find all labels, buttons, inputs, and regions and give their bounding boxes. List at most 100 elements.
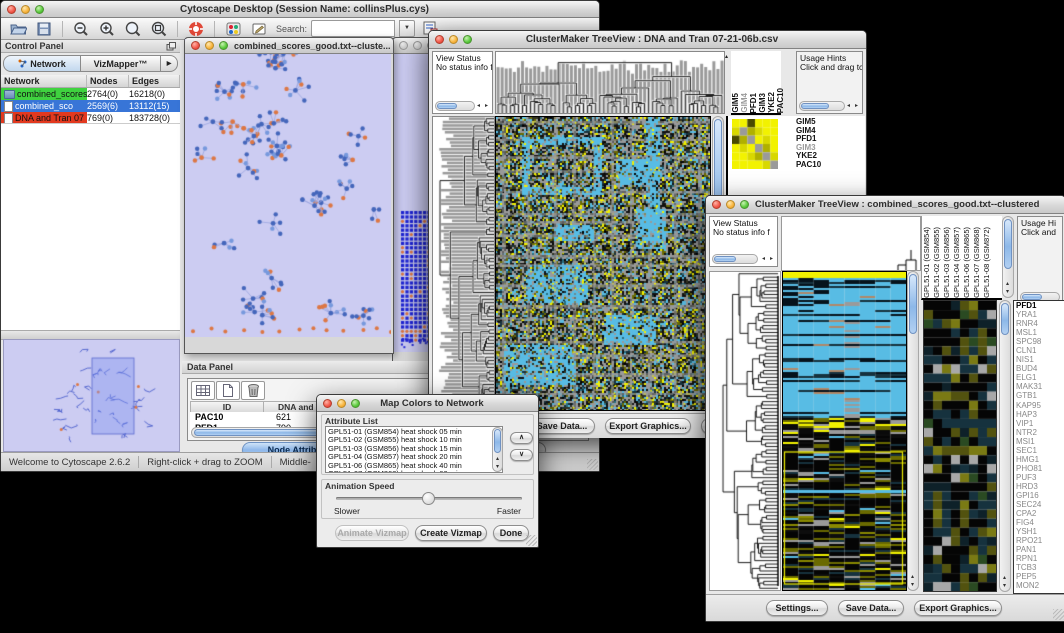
tv2-zoom-panel-canvas[interactable] [923, 300, 997, 592]
close-icon[interactable] [7, 5, 16, 14]
close-icon[interactable] [191, 41, 200, 50]
gene-label[interactable]: CLN1 [1016, 346, 1064, 355]
gene-label[interactable]: GPI16 [1016, 491, 1064, 500]
network-view-1-canvas[interactable] [185, 39, 391, 337]
help-icon[interactable] [185, 20, 207, 38]
tv2-row-dendrogram-canvas[interactable] [709, 271, 781, 591]
tv2-export-graphics-button[interactable]: Export Graphics... [914, 600, 1002, 616]
scroll-right-icon[interactable]: ▸ [852, 102, 861, 110]
gene-label[interactable]: SPC98 [1016, 337, 1064, 346]
scroll-down-icon[interactable]: ▾ [1003, 288, 1012, 296]
zoom-window-icon[interactable] [463, 35, 472, 44]
scroll-right-icon[interactable]: ▸ [482, 102, 491, 110]
array-column-label[interactable]: PFD1 [749, 93, 758, 113]
scrollbar-thumb[interactable] [801, 103, 829, 109]
scrollbar-thumb[interactable] [1004, 219, 1012, 269]
gene-label[interactable]: BUD4 [1016, 364, 1064, 373]
col-network[interactable]: Network [1, 75, 87, 87]
tv2-collabel-vscrollbar[interactable]: ▴ ▾ [1002, 216, 1014, 298]
scroll-up-icon[interactable]: ▴ [493, 455, 502, 463]
speed-slider-thumb[interactable] [422, 492, 435, 505]
gene-label[interactable]: RPO21 [1016, 536, 1064, 545]
minimize-icon[interactable] [21, 5, 30, 14]
tv1-status-hscrollbar[interactable] [435, 101, 475, 111]
gene-label[interactable]: SEC1 [1016, 446, 1064, 455]
array-column-label[interactable]: GPL51-07 (GSM868) [972, 227, 982, 298]
save-session-button[interactable] [33, 20, 55, 38]
gene-label[interactable]: VIP1 [1016, 419, 1064, 428]
move-down-button[interactable]: ∨ [510, 449, 533, 461]
open-session-button[interactable] [7, 20, 29, 38]
scroll-up-icon[interactable]: ▴ [1003, 280, 1012, 288]
table-grid-icon[interactable] [191, 381, 215, 400]
close-icon[interactable] [323, 399, 332, 408]
gene-label[interactable]: MSI1 [1016, 437, 1064, 446]
tv2-save-data-button[interactable]: Save Data... [838, 600, 904, 616]
gene-label[interactable]: KAP95 [1016, 401, 1064, 410]
gene-label[interactable]: RPN1 [1016, 554, 1064, 563]
search-dropdown-icon[interactable]: ▼ [399, 20, 415, 37]
scroll-up-icon[interactable]: ▴ [908, 573, 917, 581]
zoom-window-icon[interactable] [219, 41, 228, 50]
scroll-down-icon[interactable]: ▾ [493, 463, 502, 471]
gene-label[interactable]: PFD1 [1016, 301, 1064, 310]
zoom-out-button[interactable] [70, 20, 92, 38]
gene-row-label[interactable]: PAC10 [796, 161, 821, 170]
zoom-in-button[interactable] [96, 20, 118, 38]
window-resize-grip[interactable] [587, 459, 598, 470]
network-row[interactable]: combined_sco 2569(6) 13112(15) [1, 100, 180, 112]
minimize-icon[interactable] [449, 35, 458, 44]
array-column-label[interactable]: YKE2 [767, 92, 776, 113]
scrollbar-thumb[interactable] [1001, 303, 1009, 335]
gene-label[interactable]: SEC24 [1016, 500, 1064, 509]
array-column-label[interactable]: GIM3 [758, 93, 767, 113]
gene-label[interactable]: HRD3 [1016, 482, 1064, 491]
gene-label[interactable]: NTR2 [1016, 428, 1064, 437]
attribute-list-vscrollbar[interactable]: ▴ ▾ [492, 427, 503, 472]
gene-label[interactable]: CPA2 [1016, 509, 1064, 518]
gene-label[interactable]: HAP3 [1016, 410, 1064, 419]
minimize-icon[interactable] [205, 41, 214, 50]
treeview2-titlebar[interactable]: ClusterMaker TreeView : combined_scores_… [706, 196, 1064, 214]
gene-label[interactable]: YSH1 [1016, 527, 1064, 536]
close-icon[interactable] [399, 41, 408, 50]
scroll-up-icon[interactable]: ▴ [1000, 574, 1009, 582]
delete-attribute-trash-icon[interactable] [241, 381, 265, 400]
zoom-window-icon[interactable] [740, 200, 749, 209]
network-row[interactable]: combined_scores 2764(0) 16218(0) [1, 88, 180, 100]
scrollbar-thumb[interactable] [909, 274, 917, 334]
gene-label[interactable]: MSL1 [1016, 328, 1064, 337]
animate-vizmap-button[interactable]: Animate Vizmap [335, 525, 409, 541]
array-column-label[interactable]: GPL51-06 (GSM865) [962, 227, 972, 298]
gene-label[interactable]: TCB3 [1016, 563, 1064, 572]
array-column-label[interactable]: GPL51-02 (GSM855) [932, 227, 942, 298]
treeview1-titlebar[interactable]: ClusterMaker TreeView : DNA and Tran 07-… [429, 31, 866, 49]
window-resize-grip[interactable] [1053, 609, 1064, 620]
vizmapper-nodes-button[interactable] [222, 20, 244, 38]
gene-label[interactable]: RNR4 [1016, 319, 1064, 328]
array-column-label[interactable]: GPL51-03 (GSM856) [942, 227, 952, 298]
network-window-1-titlebar[interactable]: combined_scores_good.txt--cluste... [185, 38, 393, 54]
gene-label[interactable]: GTB1 [1016, 391, 1064, 400]
zoom-selected-button[interactable] [148, 20, 170, 38]
close-icon[interactable] [435, 35, 444, 44]
gene-label[interactable]: PHO81 [1016, 464, 1064, 473]
scrollbar-thumb[interactable] [494, 429, 501, 453]
tv1-export-graphics-button[interactable]: Export Graphics... [605, 418, 691, 434]
gene-label[interactable]: ELG1 [1016, 373, 1064, 382]
tab-overflow-button[interactable]: ▶ [161, 55, 178, 72]
tv1-column-dendrogram-canvas[interactable] [495, 51, 725, 114]
scrollbar-thumb[interactable] [437, 103, 457, 109]
tv2-heatmap-vscrollbar[interactable]: ▴ ▾ [907, 271, 919, 591]
done-button[interactable]: Done [493, 525, 529, 541]
tv2-settings-button[interactable]: Settings... [766, 600, 828, 616]
attribute-list-item[interactable]: GPL51-07 (GSM868) heat shock 60 min [328, 470, 502, 473]
gene-label[interactable]: FIG4 [1016, 518, 1064, 527]
array-column-label[interactable]: GPL51-01 (GSM854) [922, 227, 932, 298]
gene-label[interactable]: PEP5 [1016, 572, 1064, 581]
float-panel-icon[interactable] [166, 42, 176, 51]
gene-label[interactable]: PUF3 [1016, 473, 1064, 482]
close-icon[interactable] [712, 200, 721, 209]
dialog-titlebar[interactable]: Map Colors to Network [317, 395, 538, 412]
zoom-fit-button[interactable] [122, 20, 144, 38]
